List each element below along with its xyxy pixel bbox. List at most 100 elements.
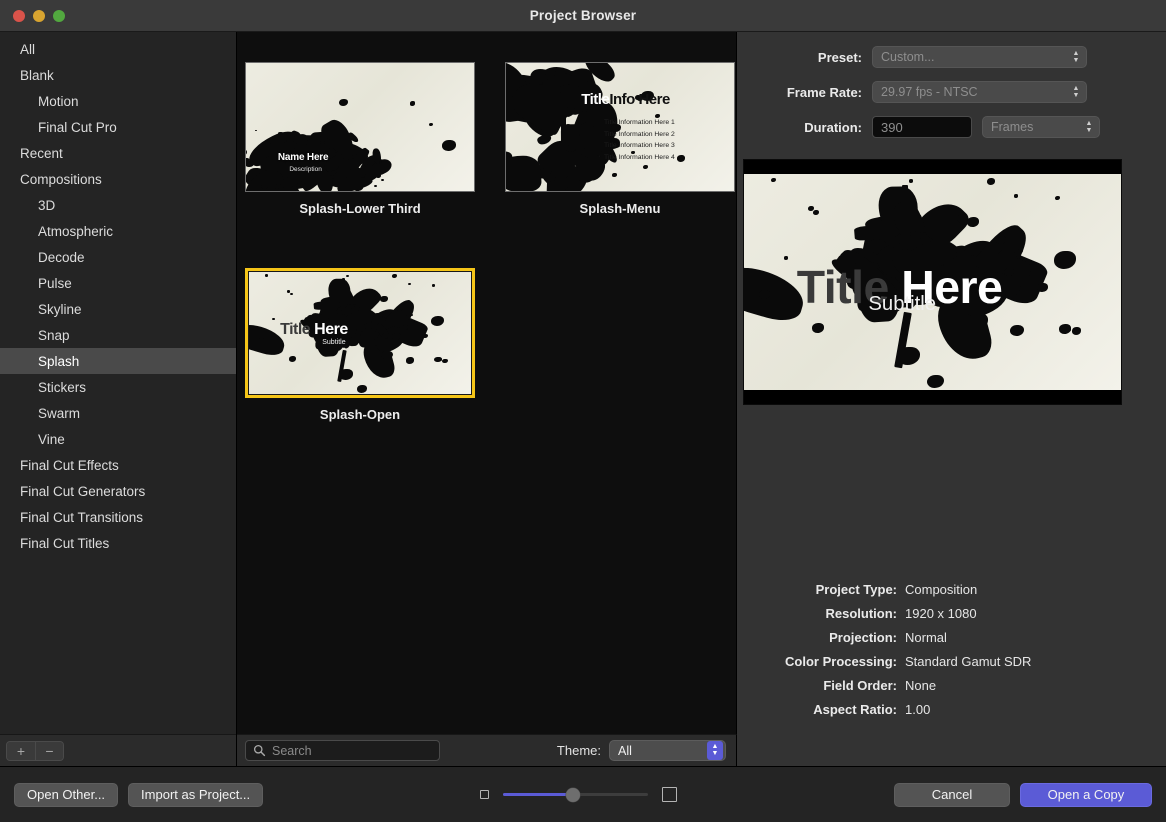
sidebar-item-label: Compositions [20, 172, 102, 187]
sidebar-item-final-cut-transitions[interactable]: Final Cut Transitions [0, 504, 236, 530]
search-icon [253, 744, 266, 757]
sidebar-item-final-cut-effects[interactable]: Final Cut Effects [0, 452, 236, 478]
ink-drip [561, 89, 566, 168]
ink-speck [677, 155, 686, 162]
template-tile[interactable]: Name HereDescriptionSplash-Lower Third [245, 62, 475, 216]
small-thumbnail-icon[interactable] [480, 790, 489, 799]
ink-blot [506, 154, 541, 191]
inspector-panel: Preset:Custom...▲▼ Frame Rate: 29.97 fps -… [737, 32, 1166, 766]
sidebar-item-final-cut-titles[interactable]: Final Cut Titles [0, 530, 236, 556]
sidebar-item-final-cut-generators[interactable]: Final Cut Generators [0, 478, 236, 504]
content-toolbar: Search Theme: All ▲▼ [237, 734, 737, 766]
metadata-label: Aspect Ratio: [737, 702, 897, 717]
ink-speck [408, 283, 411, 285]
ink-speck [275, 188, 279, 191]
metadata-label: Resolution: [737, 606, 897, 621]
add-button[interactable]: + [7, 742, 35, 760]
metadata-value: Standard Gamut SDR [905, 654, 1031, 669]
search-input[interactable]: Search [245, 740, 440, 761]
template-grid: Name HereDescriptionSplash-Lower ThirdTi… [237, 62, 736, 422]
sidebar-item-3d[interactable]: 3D [0, 192, 236, 218]
ink-speck [357, 385, 367, 393]
ink-speck [771, 178, 776, 182]
ink-speck [410, 101, 416, 106]
artwork-subtitle: Subtitle [322, 339, 345, 346]
sidebar-item-label: Stickers [38, 380, 86, 395]
sidebar-item-compositions[interactable]: Compositions [0, 166, 236, 192]
large-thumbnail-icon[interactable] [662, 787, 677, 802]
ink-speck [431, 316, 444, 326]
form-row: Preset:Custom...▲▼ [737, 46, 1144, 68]
slider-thumb[interactable] [566, 788, 580, 802]
form-row: Duration: 390 Frames▲▼ [737, 116, 1144, 138]
artwork-line-4: Title Information Here 4 [604, 154, 675, 161]
sidebar-item-label: Snap [38, 328, 70, 343]
sidebar-item-all[interactable]: All [0, 36, 236, 62]
template-thumbnail[interactable]: Title HereSubtitle [245, 268, 475, 398]
remove-button[interactable]: − [35, 742, 63, 760]
add-remove-group: + − [6, 741, 64, 761]
sidebar-item-skyline[interactable]: Skyline [0, 296, 236, 322]
import-as-project-button[interactable]: Import as Project... [128, 783, 263, 807]
theme-select[interactable]: All ▲▼ [609, 740, 726, 761]
ink-speck [812, 323, 824, 333]
thumbnail-size-slider[interactable] [503, 788, 648, 802]
sidebar-item-blank[interactable]: Blank [0, 62, 236, 88]
ink-speck [258, 338, 264, 343]
ink-speck [392, 274, 397, 278]
duration-input[interactable]: 390 [872, 116, 972, 138]
metadata-value: Composition [905, 582, 977, 597]
ink-speck [909, 179, 913, 183]
template-label: Splash-Menu [505, 201, 735, 216]
zoom-icon[interactable] [53, 10, 65, 22]
frame-rate-select[interactable]: 29.97 fps - NTSC▲▼ [872, 81, 1087, 103]
sidebar-item-stickers[interactable]: Stickers [0, 374, 236, 400]
sidebar-item-vine[interactable]: Vine [0, 426, 236, 452]
chevron-updown-icon: ▲▼ [707, 741, 723, 760]
sidebar-item-atmospheric[interactable]: Atmospheric [0, 218, 236, 244]
open-other-button[interactable]: Open Other... [14, 783, 118, 807]
template-tile[interactable]: Title HereSubtitle Splash-Open [245, 268, 475, 422]
ink-speck [927, 375, 944, 389]
ink-dot [382, 333, 387, 339]
sidebar-item-motion[interactable]: Motion [0, 88, 236, 114]
sidebar-item-swarm[interactable]: Swarm [0, 400, 236, 426]
template-label: Splash-Open [245, 407, 475, 422]
sidebar-item-decode[interactable]: Decode [0, 244, 236, 270]
sidebar-item-recent[interactable]: Recent [0, 140, 236, 166]
cancel-button[interactable]: Cancel [894, 783, 1010, 807]
sidebar-item-final-cut-pro[interactable]: Final Cut Pro [0, 114, 236, 140]
template-tile[interactable]: TitleInfo HereTitle Information Here 1Ti… [505, 62, 735, 216]
preview-player[interactable]: Title HereSubtitle [743, 159, 1122, 405]
open-a-copy-button[interactable]: Open a Copy [1020, 783, 1152, 807]
sidebar-item-label: Blank [20, 68, 54, 83]
sidebar-item-label: Splash [38, 354, 79, 369]
close-icon[interactable] [13, 10, 25, 22]
ink-speck [290, 293, 294, 296]
template-thumbnail[interactable]: TitleInfo HereTitle Information Here 1Ti… [505, 62, 735, 192]
metadata-row: Resolution:1920 x 1080 [737, 606, 1144, 621]
ink-speck [996, 236, 1006, 244]
ink-speck [265, 274, 268, 276]
sidebar-item-label: Decode [38, 250, 85, 265]
sidebar-item-pulse[interactable]: Pulse [0, 270, 236, 296]
theme-filter: Theme: All ▲▼ [557, 740, 726, 761]
ink-spike [902, 185, 907, 250]
template-thumbnail[interactable]: Name HereDescription [245, 62, 475, 192]
form-label: Frame Rate: [737, 85, 862, 100]
sidebar-item-splash[interactable]: Splash [0, 348, 236, 374]
ink-speck [987, 178, 995, 185]
preset-select[interactable]: Custom...▲▼ [872, 46, 1087, 68]
chevron-updown-icon: ▲▼ [1068, 83, 1084, 102]
form-label: Duration: [737, 120, 862, 135]
sidebar-item-snap[interactable]: Snap [0, 322, 236, 348]
ink-speck [374, 185, 378, 188]
minimize-icon[interactable] [33, 10, 45, 22]
traffic-lights [0, 10, 65, 22]
window-body: All Blank MotionFinal Cut ProRecent Composi… [0, 32, 1166, 766]
metadata-value: None [905, 678, 936, 693]
artwork-line-1: Title Information Here 1 [604, 119, 675, 126]
sidebar-item-label: Final Cut Titles [20, 536, 109, 551]
ink-speck [432, 284, 435, 286]
duration-units-select[interactable]: Frames▲▼ [982, 116, 1100, 138]
